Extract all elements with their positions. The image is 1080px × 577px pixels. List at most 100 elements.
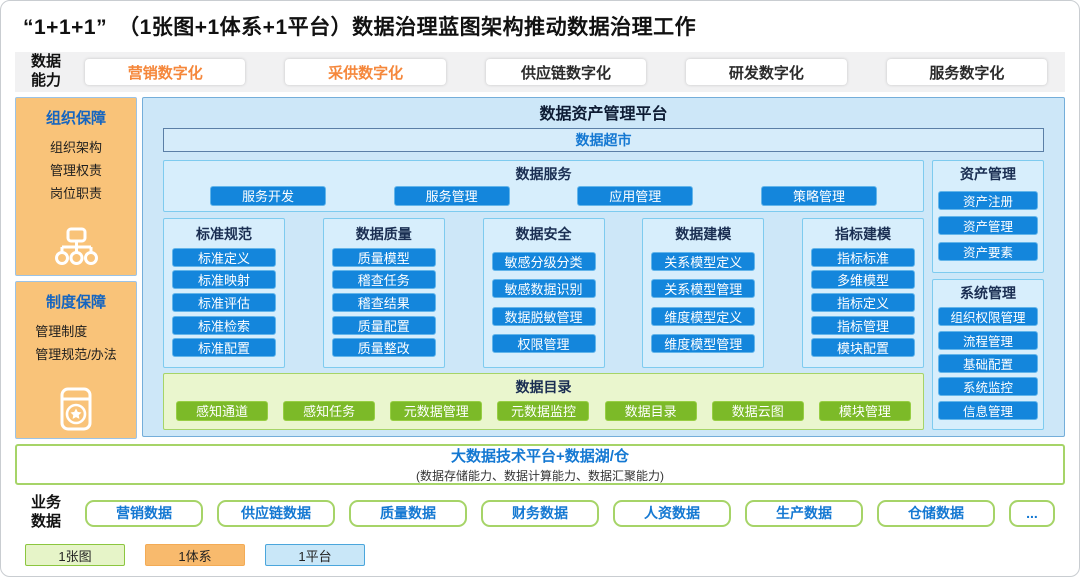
column-items: 敏感分级分类敏感数据识别数据脱敏管理权限管理 (492, 244, 596, 361)
column-title: 数据安全 (492, 221, 596, 244)
guarantee-sidebar: 组织保障 组织架构管理权责岗位职责 制度保障 (15, 97, 137, 437)
capability-items: 营销数字化 采供数字化 供应链数字化 研发数字化 服务数字化 (85, 59, 1047, 85)
system-management-section: 系统管理 组织权限管理流程管理基础配置系统监控信息管理 (932, 279, 1044, 430)
feature-button[interactable]: 指标标准 (811, 248, 915, 267)
business-data-button[interactable]: 质量数据 (349, 500, 467, 527)
business-data-band: 业务 数据 营销数据供应链数据质量数据财务数据人资数据生产数据仓储数据... (15, 491, 1065, 535)
policy-guarantee-items: 管理制度管理规范/办法 (35, 317, 117, 367)
feature-button[interactable]: 稽查任务 (332, 270, 436, 289)
feature-button[interactable]: 资产注册 (938, 191, 1038, 210)
platform-content-right: 资产管理 资产注册资产管理资产要素 系统管理 组织权限管理流程管理基础配置系统监… (932, 160, 1044, 430)
system-management-title: 系统管理 (938, 280, 1038, 303)
feature-button[interactable]: 标准检索 (172, 316, 276, 335)
feature-button[interactable]: 服务管理 (394, 186, 510, 206)
main-area: 组织保障 组织架构管理权责岗位职责 制度保障 (15, 97, 1065, 437)
business-label-line2: 数据 (31, 513, 73, 532)
feature-button[interactable]: 基础配置 (938, 354, 1038, 373)
capability-button-marketing[interactable]: 营销数字化 (85, 59, 245, 85)
sidebar-item: 管理规范/办法 (35, 344, 117, 363)
bigdata-platform-title: 大数据技术平台+数据湖/仓 (451, 445, 629, 466)
feature-button[interactable]: 标准配置 (172, 338, 276, 357)
feature-button[interactable]: 质量整改 (332, 338, 436, 357)
column-items: 指标标准多维模型指标定义指标管理模块配置 (811, 244, 915, 361)
data-service-items: 服务开发 服务管理 应用管理 策略管理 (164, 184, 923, 211)
column-data-security: 数据安全 敏感分级分类敏感数据识别数据脱敏管理权限管理 (483, 218, 605, 368)
legend: 1张图 1体系 1平台 (25, 544, 1079, 566)
feature-button[interactable]: 关系模型管理 (651, 279, 755, 298)
feature-button[interactable]: 权限管理 (492, 334, 596, 353)
business-label-line1: 业务 (31, 494, 73, 513)
feature-button[interactable]: 流程管理 (938, 331, 1038, 350)
asset-management-items: 资产注册资产管理资产要素 (938, 184, 1038, 267)
data-catalog-title: 数据目录 (164, 374, 923, 397)
feature-button[interactable]: 资产管理 (938, 216, 1038, 235)
capability-button-supply-chain[interactable]: 供应链数字化 (486, 59, 646, 85)
feature-button[interactable]: 标准映射 (172, 270, 276, 289)
feature-button[interactable]: 模块配置 (811, 338, 915, 357)
data-catalog-items: 感知通道感知任务元数据管理元数据监控数据目录数据云图模块管理 (164, 397, 923, 429)
bigdata-platform-bar: 大数据技术平台+数据湖/仓 (数据存储能力、数据计算能力、数据汇聚能力) (15, 444, 1065, 485)
column-title: 指标建模 (811, 221, 915, 244)
feature-button[interactable]: 稽查结果 (332, 293, 436, 312)
policy-guarantee-box: 制度保障 管理制度管理规范/办法 (15, 281, 137, 439)
feature-button[interactable]: 标准评估 (172, 293, 276, 312)
feature-button[interactable]: 系统监控 (938, 377, 1038, 396)
data-market-bar[interactable]: 数据超市 (163, 128, 1044, 152)
sidebar-item: 组织架构 (50, 137, 102, 156)
feature-button[interactable]: 策略管理 (761, 186, 877, 206)
catalog-button[interactable]: 数据云图 (712, 401, 804, 421)
feature-button[interactable]: 应用管理 (577, 186, 693, 206)
platform-content-left: 数据服务 服务开发服务管理应用管理策略管理 标准规范 标准定义标准映射标准评估标… (163, 160, 924, 430)
capability-label-line2: 能力 (31, 72, 73, 91)
asset-management-title: 资产管理 (938, 161, 1038, 184)
business-data-button[interactable]: 营销数据 (85, 500, 203, 527)
feature-button[interactable]: 数据脱敏管理 (492, 307, 596, 326)
column-items: 质量模型稽查任务稽查结果质量配置质量整改 (332, 244, 436, 361)
business-data-button[interactable]: 生产数据 (745, 500, 863, 527)
business-data-button[interactable]: 供应链数据 (217, 500, 335, 527)
business-data-button[interactable]: 财务数据 (481, 500, 599, 527)
feature-button[interactable]: 指标管理 (811, 316, 915, 335)
catalog-button[interactable]: 元数据监控 (497, 401, 589, 421)
platform-content: 数据服务 服务开发服务管理应用管理策略管理 标准规范 标准定义标准映射标准评估标… (163, 160, 1044, 430)
feature-button[interactable]: 服务开发 (210, 186, 326, 206)
feature-button[interactable]: 资产要素 (938, 242, 1038, 261)
feature-button[interactable]: 标准定义 (172, 248, 276, 267)
feature-button[interactable]: 质量配置 (332, 316, 436, 335)
column-indicator-modeling: 指标建模 指标标准多维模型指标定义指标管理模块配置 (802, 218, 924, 368)
capability-columns: 标准规范 标准定义标准映射标准评估标准检索标准配置 数据质量 质量模型稽查任务稽… (163, 218, 924, 368)
capability-button-service[interactable]: 服务数字化 (887, 59, 1047, 85)
data-service-section: 数据服务 服务开发服务管理应用管理策略管理 (163, 160, 924, 212)
feature-button[interactable]: 敏感分级分类 (492, 252, 596, 271)
feature-button[interactable]: 维度模型定义 (651, 307, 755, 326)
organization-guarantee-items: 组织架构管理权责岗位职责 (50, 133, 102, 206)
catalog-button[interactable]: 元数据管理 (390, 401, 482, 421)
business-data-button[interactable]: 仓储数据 (877, 500, 995, 527)
catalog-button[interactable]: 数据目录 (605, 401, 697, 421)
catalog-button[interactable]: 感知通道 (176, 401, 268, 421)
catalog-button[interactable]: 感知任务 (283, 401, 375, 421)
feature-button[interactable]: 组织权限管理 (938, 307, 1038, 326)
feature-button[interactable]: 指标定义 (811, 293, 915, 312)
column-items: 标准定义标准映射标准评估标准检索标准配置 (172, 244, 276, 361)
business-data-button[interactable]: 人资数据 (613, 500, 731, 527)
policy-guarantee-title: 制度保障 (46, 291, 106, 312)
data-asset-platform-panel: 数据资产管理平台 数据超市 数据服务 服务开发服务管理应用管理策略管理 标准规范 (142, 97, 1065, 437)
capability-button-procurement[interactable]: 采供数字化 (285, 59, 445, 85)
column-standard-spec: 标准规范 标准定义标准映射标准评估标准检索标准配置 (163, 218, 285, 368)
column-data-quality: 数据质量 质量模型稽查任务稽查结果质量配置质量整改 (323, 218, 445, 368)
business-band-label: 业务 数据 (15, 494, 73, 532)
capability-button-rnd[interactable]: 研发数字化 (686, 59, 846, 85)
catalog-button[interactable]: 模块管理 (819, 401, 911, 421)
page-title: “1+1+1” （1张图+1体系+1平台）数据治理蓝图架构推动数据治理工作 (23, 11, 1079, 41)
asset-management-section: 资产管理 资产注册资产管理资产要素 (932, 160, 1044, 273)
column-title: 标准规范 (172, 221, 276, 244)
business-data-button[interactable]: ... (1009, 500, 1055, 527)
feature-button[interactable]: 信息管理 (938, 401, 1038, 420)
capability-label-line1: 数据 (31, 53, 73, 72)
feature-button[interactable]: 质量模型 (332, 248, 436, 267)
feature-button[interactable]: 关系模型定义 (651, 252, 755, 271)
feature-button[interactable]: 敏感数据识别 (492, 279, 596, 298)
feature-button[interactable]: 维度模型管理 (651, 334, 755, 353)
feature-button[interactable]: 多维模型 (811, 270, 915, 289)
